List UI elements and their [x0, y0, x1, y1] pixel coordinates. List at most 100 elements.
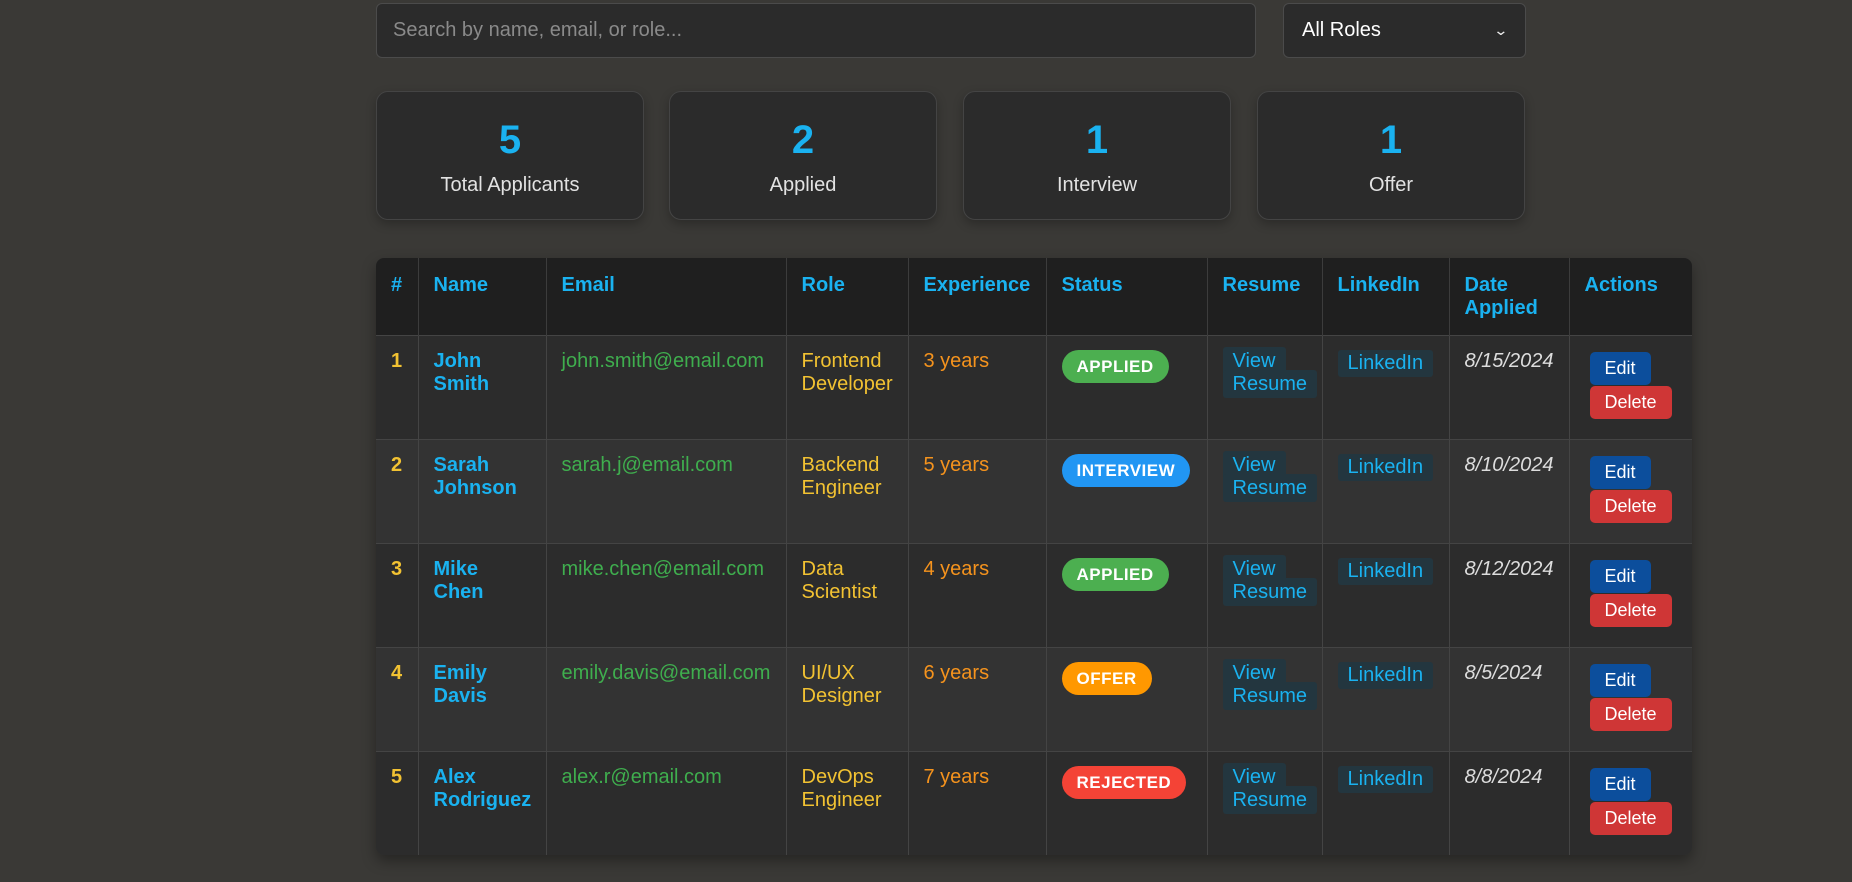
linkedin-cell: LinkedIn: [1322, 647, 1450, 752]
linkedin-link[interactable]: LinkedIn: [1337, 350, 1434, 377]
delete-button[interactable]: Delete: [1589, 594, 1672, 627]
chevron-down-icon: ⌄: [1493, 22, 1509, 38]
linkedin-cell: LinkedIn: [1322, 335, 1450, 440]
resume-cell: View Resume: [1207, 543, 1323, 648]
applicant-email: emily.davis@email.com: [546, 647, 787, 752]
applicant-email: john.smith@email.com: [546, 335, 787, 440]
edit-button[interactable]: Edit: [1589, 352, 1651, 385]
status-badge: INTERVIEW: [1061, 454, 1191, 487]
delete-button[interactable]: Delete: [1589, 802, 1672, 835]
status-cell: REJECTED: [1046, 751, 1208, 855]
view-resume-link[interactable]: View Resume: [1222, 763, 1317, 814]
delete-button[interactable]: Delete: [1589, 490, 1672, 523]
applicant-experience: 3 years: [908, 335, 1047, 440]
status-cell: INTERVIEW: [1046, 439, 1208, 544]
stat-card-offer: 1 Offer: [1257, 91, 1525, 220]
stat-label: Applied: [769, 174, 837, 196]
column-header-experience: Experience: [908, 258, 1047, 336]
actions-cell: Edit Delete: [1569, 439, 1692, 544]
linkedin-link[interactable]: LinkedIn: [1337, 558, 1434, 585]
table-row: 5 Alex Rodriguez alex.r@email.com DevOps…: [376, 751, 1692, 855]
applicant-name: John Smith: [418, 335, 547, 440]
applicant-experience: 4 years: [908, 543, 1047, 648]
applicant-experience: 7 years: [908, 751, 1047, 855]
status-badge: REJECTED: [1061, 766, 1187, 799]
view-resume-link[interactable]: View Resume: [1222, 347, 1317, 398]
date-applied: 8/5/2024: [1449, 647, 1570, 752]
status-badge: APPLIED: [1061, 558, 1169, 591]
resume-cell: View Resume: [1207, 439, 1323, 544]
search-input[interactable]: [376, 3, 1256, 58]
applicant-role: DevOps Engineer: [786, 751, 909, 855]
column-header-status: Status: [1046, 258, 1208, 336]
applicant-experience: 6 years: [908, 647, 1047, 752]
resume-cell: View Resume: [1207, 647, 1323, 752]
actions-cell: Edit Delete: [1569, 751, 1692, 855]
table-header-row: # Name Email Role Experience Status Resu…: [376, 258, 1692, 336]
row-number: 2: [376, 439, 419, 544]
stat-label: Total Applicants: [440, 174, 580, 196]
role-filter-select[interactable]: All Roles ⌄: [1283, 3, 1526, 58]
column-header-role: Role: [786, 258, 909, 336]
status-badge: APPLIED: [1061, 350, 1169, 383]
table-row: 4 Emily Davis emily.davis@email.com UI/U…: [376, 647, 1692, 752]
column-header-actions: Actions: [1569, 258, 1692, 336]
table-row: 3 Mike Chen mike.chen@email.com Data Sci…: [376, 543, 1692, 648]
status-cell: OFFER: [1046, 647, 1208, 752]
applicant-role: Frontend Developer: [786, 335, 909, 440]
delete-button[interactable]: Delete: [1589, 386, 1672, 419]
applicant-name: Alex Rodriguez: [418, 751, 547, 855]
row-number: 3: [376, 543, 419, 648]
applicants-table: # Name Email Role Experience Status Resu…: [376, 258, 1692, 855]
stat-card-applied: 2 Applied: [669, 91, 937, 220]
view-resume-link[interactable]: View Resume: [1222, 659, 1317, 710]
actions-cell: Edit Delete: [1569, 335, 1692, 440]
table-row: 2 Sarah Johnson sarah.j@email.com Backen…: [376, 439, 1692, 544]
stat-value: 1: [1379, 118, 1403, 162]
edit-button[interactable]: Edit: [1589, 664, 1651, 697]
linkedin-link[interactable]: LinkedIn: [1337, 766, 1434, 793]
row-number: 5: [376, 751, 419, 855]
view-resume-link[interactable]: View Resume: [1222, 555, 1317, 606]
date-applied: 8/12/2024: [1449, 543, 1570, 648]
resume-cell: View Resume: [1207, 335, 1323, 440]
linkedin-cell: LinkedIn: [1322, 751, 1450, 855]
resume-cell: View Resume: [1207, 751, 1323, 855]
stat-label: Interview: [1056, 174, 1138, 196]
stat-value: 2: [791, 118, 815, 162]
stat-card-total: 5 Total Applicants: [376, 91, 644, 220]
applicant-role: Data Scientist: [786, 543, 909, 648]
linkedin-link[interactable]: LinkedIn: [1337, 454, 1434, 481]
applicant-name: Sarah Johnson: [418, 439, 547, 544]
view-resume-link[interactable]: View Resume: [1222, 451, 1317, 502]
stat-value: 1: [1085, 118, 1109, 162]
edit-button[interactable]: Edit: [1589, 456, 1651, 489]
column-header-email: Email: [546, 258, 787, 336]
column-header-number: #: [376, 258, 419, 336]
applicant-role: Backend Engineer: [786, 439, 909, 544]
date-applied: 8/10/2024: [1449, 439, 1570, 544]
actions-cell: Edit Delete: [1569, 543, 1692, 648]
applicant-email: sarah.j@email.com: [546, 439, 787, 544]
stat-card-interview: 1 Interview: [963, 91, 1231, 220]
status-cell: APPLIED: [1046, 543, 1208, 648]
linkedin-link[interactable]: LinkedIn: [1337, 662, 1434, 689]
stat-label: Offer: [1368, 174, 1414, 196]
date-applied: 8/15/2024: [1449, 335, 1570, 440]
applicant-role: UI/UX Designer: [786, 647, 909, 752]
applicant-name: Emily Davis: [418, 647, 547, 752]
edit-button[interactable]: Edit: [1589, 768, 1651, 801]
linkedin-cell: LinkedIn: [1322, 439, 1450, 544]
column-header-date-applied: Date Applied: [1449, 258, 1570, 336]
date-applied: 8/8/2024: [1449, 751, 1570, 855]
column-header-linkedin: LinkedIn: [1322, 258, 1450, 336]
edit-button[interactable]: Edit: [1589, 560, 1651, 593]
column-header-resume: Resume: [1207, 258, 1323, 336]
role-filter-value: All Roles: [1302, 19, 1381, 41]
table-row: 1 John Smith john.smith@email.com Fronte…: [376, 335, 1692, 440]
column-header-name: Name: [418, 258, 547, 336]
status-badge: OFFER: [1061, 662, 1152, 695]
applicant-email: alex.r@email.com: [546, 751, 787, 855]
delete-button[interactable]: Delete: [1589, 698, 1672, 731]
row-number: 1: [376, 335, 419, 440]
